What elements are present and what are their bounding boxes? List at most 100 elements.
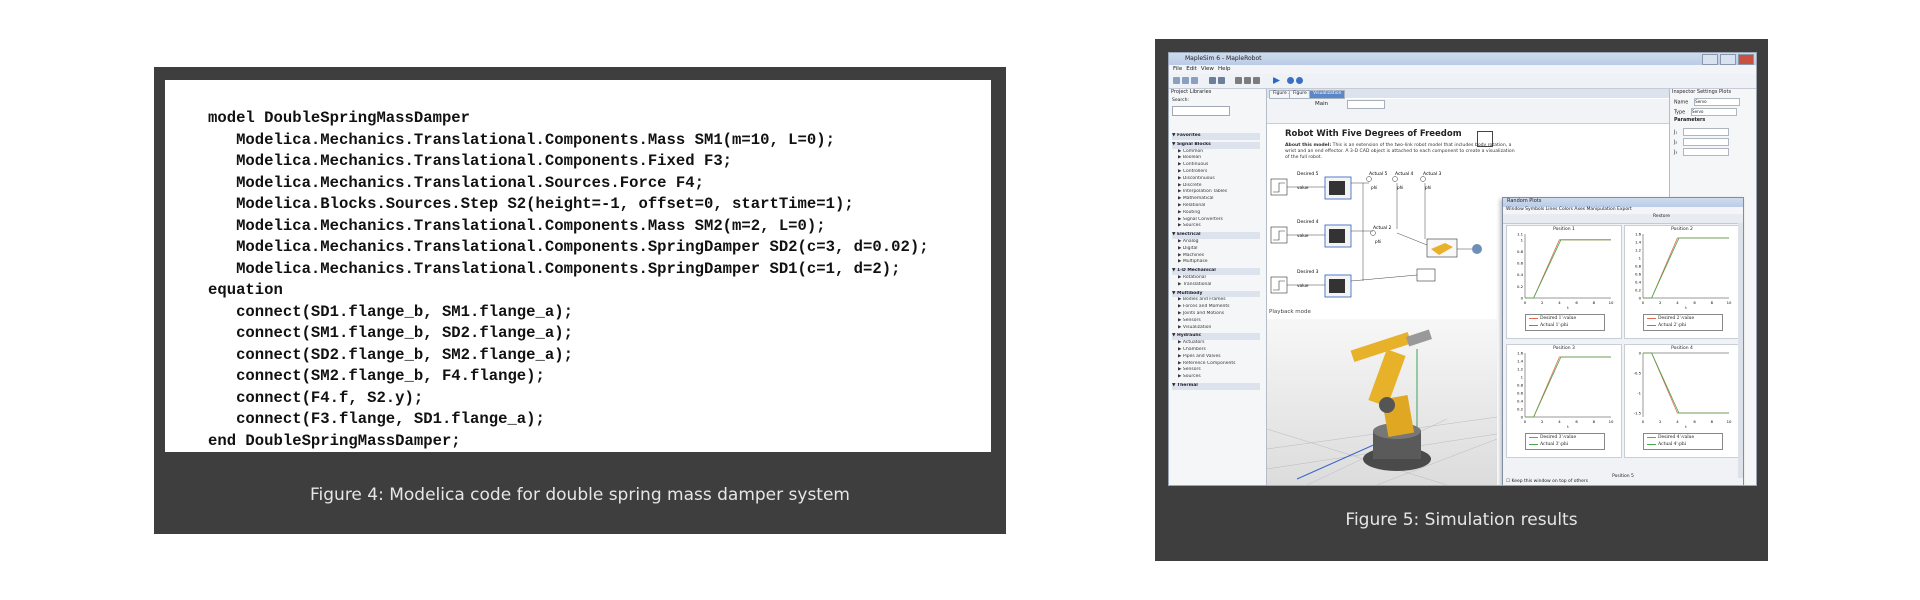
close-icon[interactable] (1738, 54, 1754, 65)
library-item[interactable]: ▶ Common (1172, 149, 1260, 156)
tab-libraries[interactable]: Libraries (1190, 89, 1212, 95)
library-item[interactable]: ▶ Visualization (1172, 325, 1260, 332)
position-plot[interactable]: Position 4 0 -0.5 -1 -1.5 0 2 4 6 8 10 t Desired 4':… (1624, 344, 1740, 458)
maximize-icon[interactable] (1720, 54, 1736, 65)
undo-icon[interactable] (1209, 77, 1216, 84)
menu-item-file[interactable]: File (1173, 66, 1182, 72)
library-item[interactable]: ▶ Routing (1172, 210, 1260, 217)
x-tick-label: 0 (1524, 300, 1527, 305)
parameter-value[interactable] (1683, 138, 1730, 146)
parameter-value[interactable] (1683, 148, 1730, 156)
menu-item-view[interactable]: View (1201, 66, 1214, 72)
x-tick-label: 10 (1609, 300, 1614, 305)
library-item[interactable]: ▶ Machines (1172, 253, 1260, 260)
library-search-input[interactable] (1172, 106, 1230, 116)
minimize-icon[interactable] (1702, 54, 1718, 65)
x-tick-label: 6 (1693, 300, 1696, 305)
document-tab[interactable]: Visualization (1309, 90, 1346, 99)
motor-icon (1329, 279, 1345, 293)
port-label: phi (1371, 185, 1377, 190)
joint-block[interactable] (1416, 268, 1436, 282)
inspector-value[interactable]: Servo (1694, 98, 1741, 106)
x-tick-label: 0 (1524, 419, 1527, 424)
angle-sensor[interactable] (1392, 176, 1398, 182)
robot-3d-view[interactable] (1267, 319, 1497, 485)
library-item[interactable]: ▶ Relational (1172, 203, 1260, 210)
plot-scrollbar[interactable] (1738, 223, 1743, 478)
angle-sensor[interactable] (1420, 176, 1426, 182)
library-item[interactable]: ▶ Digital (1172, 246, 1260, 253)
position-plot[interactable]: Position 3 1.6 1.4 1.2 1 0.8 0.6 0.4 0.2 0 0 2 4 6 8 10… (1506, 344, 1622, 458)
block-diagram[interactable]: Desired 5 value Actual 5 phi Actual 4 phi Actu… (1267, 169, 1499, 303)
library-group[interactable]: ▼ Signal Blocks (1172, 141, 1260, 149)
library-item[interactable]: ▶ Controllers (1172, 169, 1260, 176)
y-tick-label: 0.4 (1517, 399, 1524, 404)
right-tabs: Inspector Settings Plots (1670, 89, 1756, 98)
library-item[interactable]: ▶ Translational (1172, 282, 1260, 289)
library-item[interactable]: ▶ Continuous (1172, 162, 1260, 169)
redo-icon[interactable] (1218, 77, 1225, 84)
tab-settings[interactable]: Settings (1697, 89, 1719, 95)
library-item[interactable]: ▶ Rotational (1172, 275, 1260, 282)
window-titlebar: MapleSim 6 - MapleRobot (1169, 53, 1756, 65)
port-label: value (1297, 185, 1309, 190)
help-icon[interactable] (1296, 77, 1303, 84)
menu-item-edit[interactable]: Edit (1186, 66, 1197, 72)
new-icon[interactable] (1173, 77, 1180, 84)
library-group[interactable]: ▼ Electrical (1172, 232, 1260, 239)
library-item[interactable]: ▶ Multiphase (1172, 259, 1260, 266)
connection-wire (1350, 274, 1418, 282)
run-simulation-icon[interactable] (1273, 77, 1280, 84)
library-item[interactable]: ▶ Actuators (1172, 340, 1260, 347)
library-item[interactable]: ▶ Chambers (1172, 347, 1260, 354)
library-item[interactable]: ▶ Forces and Moments (1172, 304, 1260, 311)
position-plot[interactable]: Position 2 1.6 1.4 1.2 1 0.8 0.6 0.4 0.2 0 0 2 4 6 8 10… (1624, 225, 1740, 339)
open-icon[interactable] (1182, 77, 1189, 84)
inspector-value[interactable]: Servo (1691, 108, 1738, 116)
tab-plots[interactable]: Plots (1719, 89, 1731, 95)
menu-item-help[interactable]: Help (1218, 66, 1231, 72)
y-tick-label: 0.2 (1517, 407, 1524, 412)
position-plot[interactable]: Position 1 1.1 1 0.8 0.6 0.4 0.2 0 0 2 4 6 8 10 t Desir… (1506, 225, 1622, 339)
parameter-value[interactable] (1683, 128, 1730, 136)
tab-inspector[interactable]: Inspector (1672, 89, 1697, 95)
library-item[interactable]: ▶ Interpolation Tables (1172, 189, 1260, 196)
library-group[interactable]: ▼ 1-D Mechanical (1172, 268, 1260, 275)
angle-sensor[interactable] (1366, 176, 1372, 182)
library-item[interactable]: ▶ Signal Converters (1172, 217, 1260, 224)
subsystem-dropdown[interactable] (1347, 100, 1385, 109)
legend-desired: Desired 2':value (1644, 315, 1722, 322)
cut-icon[interactable] (1235, 77, 1242, 84)
x-tick-label: 0 (1642, 419, 1645, 424)
keep-on-top-checkbox[interactable]: ☐ Keep this window on top of others (1506, 479, 1588, 484)
library-item[interactable]: ▶ Mathematical (1172, 196, 1260, 203)
library-item[interactable]: ▶ Sensors (1172, 318, 1260, 325)
library-item[interactable]: ▶ Pipes and Valves (1172, 354, 1260, 361)
paste-icon[interactable] (1253, 77, 1260, 84)
settings-icon[interactable] (1287, 77, 1294, 84)
library-item[interactable]: ▶ Bodies and Frames (1172, 297, 1260, 304)
tab-project[interactable]: Project (1171, 89, 1190, 95)
library-item[interactable]: ▶ Reference Components (1172, 361, 1260, 368)
library-group[interactable]: ▼ Hydraulic (1172, 333, 1260, 341)
library-item[interactable]: ▶ Sensors (1172, 367, 1260, 374)
x-tick-label: 0 (1642, 300, 1645, 305)
library-item[interactable]: ▶ Boolean (1172, 155, 1260, 162)
library-item[interactable]: ▶ Sources (1172, 223, 1260, 230)
y-tick-label: -1 (1637, 391, 1641, 396)
library-group[interactable]: ▼ Multibody (1172, 290, 1260, 298)
library-item[interactable]: ▶ Discrete (1172, 183, 1260, 190)
library-group[interactable]: ▼ Thermal (1172, 382, 1260, 390)
x-tick-label: 4 (1558, 419, 1561, 424)
library-item[interactable]: ▶ Analog (1172, 239, 1260, 246)
y-tick-label: 1.1 (1517, 232, 1524, 237)
copy-icon[interactable] (1244, 77, 1251, 84)
x-tick-label: 4 (1676, 419, 1679, 424)
library-item[interactable]: ▶ Sources (1172, 374, 1260, 381)
library-group[interactable]: ▼ Favorites (1172, 133, 1260, 140)
save-icon[interactable] (1191, 77, 1198, 84)
restore-button[interactable]: Restore (1653, 214, 1670, 219)
library-item[interactable]: ▶ Joints and Motions (1172, 311, 1260, 318)
library-item[interactable]: ▶ Discontinuous (1172, 176, 1260, 183)
y-tick-label: -0.5 (1634, 371, 1642, 376)
